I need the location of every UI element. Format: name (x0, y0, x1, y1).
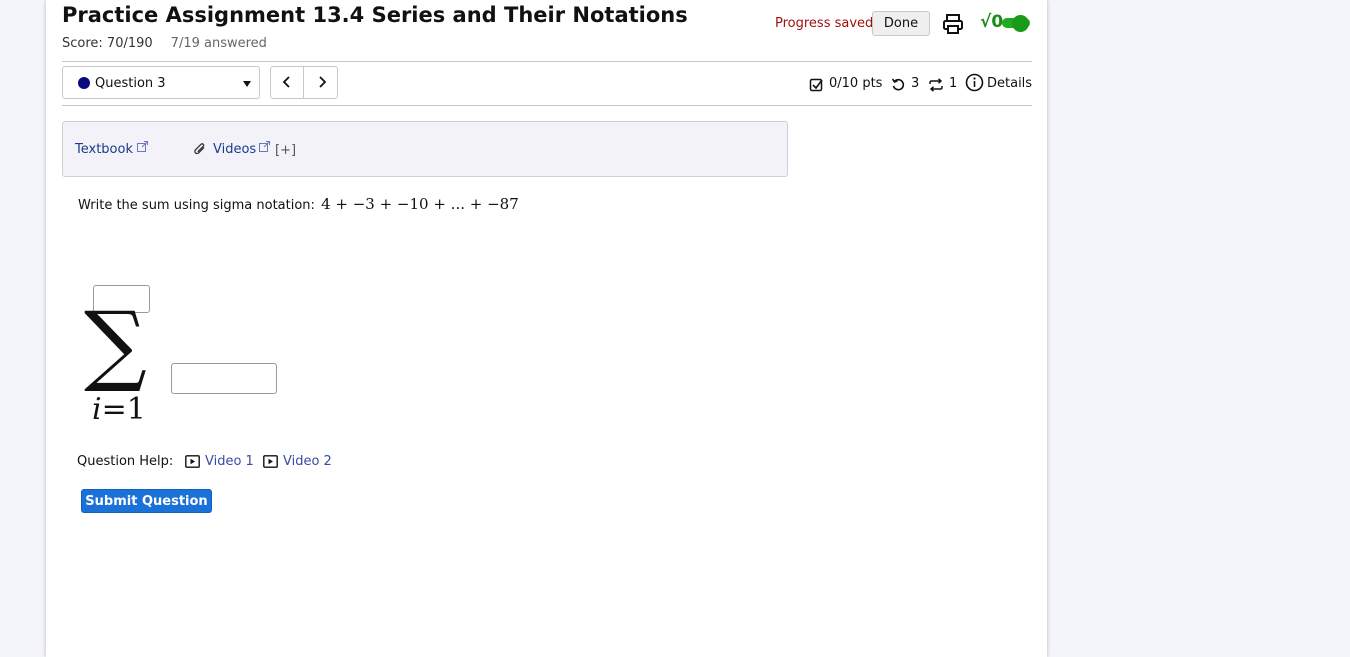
points-value: 0/10 pts (829, 76, 883, 91)
answered-count: 7/19 answered (170, 36, 267, 51)
external-link-icon (259, 141, 270, 152)
video-icon (263, 455, 278, 468)
prompt-text: Write the sum using sigma notation: (78, 198, 315, 213)
attempts-count: 1 (949, 76, 958, 91)
video-1-link[interactable]: Video 1 (205, 454, 254, 469)
header-divider (62, 61, 1032, 62)
question-pager (270, 66, 338, 99)
page-title: Practice Assignment 13.4 Series and Thei… (62, 3, 688, 27)
resources-panel: Textbook Videos [+] (62, 121, 788, 177)
print-icon[interactable] (942, 13, 964, 35)
toggle-knob (1012, 15, 1029, 32)
score-summary: Score: 70/190 7/19 answered (62, 36, 267, 51)
question-prompt: Write the sum using sigma notation: 4 + … (78, 195, 519, 213)
video-icon (185, 455, 200, 468)
retry-icon (891, 78, 905, 91)
question-dropdown[interactable]: Question 3 (62, 66, 260, 99)
textbook-link[interactable]: Textbook (75, 142, 133, 157)
previous-question-button[interactable] (271, 67, 304, 98)
expand-resources-link[interactable]: [+] (275, 143, 296, 158)
info-icon[interactable] (965, 73, 984, 92)
lower-limit: i=1 (92, 392, 146, 427)
paperclip-icon (194, 143, 205, 155)
repeat-icon (929, 78, 943, 92)
next-question-button[interactable] (305, 67, 338, 98)
question-status-dot (78, 77, 90, 89)
done-button[interactable]: Done (872, 11, 930, 36)
progress-status: Progress saved (775, 16, 874, 31)
retries-count: 3 (911, 76, 920, 91)
question-dropdown-label: Question 3 (95, 76, 166, 91)
caret-down-icon (243, 81, 251, 87)
index-variable: i (92, 392, 102, 427)
submit-question-button[interactable]: Submit Question (81, 489, 212, 513)
video-2-link[interactable]: Video 2 (283, 454, 332, 469)
nav-divider (62, 105, 1032, 106)
series-expression: 4 + −3 + −10 + ... + −87 (321, 195, 519, 213)
sqrt-icon: √0 (980, 12, 1004, 32)
chevron-right-icon (318, 75, 326, 88)
chevron-left-icon (282, 75, 290, 88)
general-term-input[interactable] (171, 363, 277, 394)
sigma-symbol: ∑ (84, 292, 147, 395)
details-link[interactable]: Details (987, 76, 1032, 91)
checkbox-icon (809, 78, 823, 92)
videos-link[interactable]: Videos (213, 142, 256, 157)
score-text: Score: 70/190 (62, 36, 153, 51)
assignment-page: Practice Assignment 13.4 Series and Thei… (46, 0, 1047, 657)
question-help-label: Question Help: (77, 454, 174, 469)
math-entry-toggle[interactable]: √0 (980, 12, 1032, 36)
external-link-icon (137, 141, 148, 152)
lower-limit-value: =1 (101, 392, 146, 427)
